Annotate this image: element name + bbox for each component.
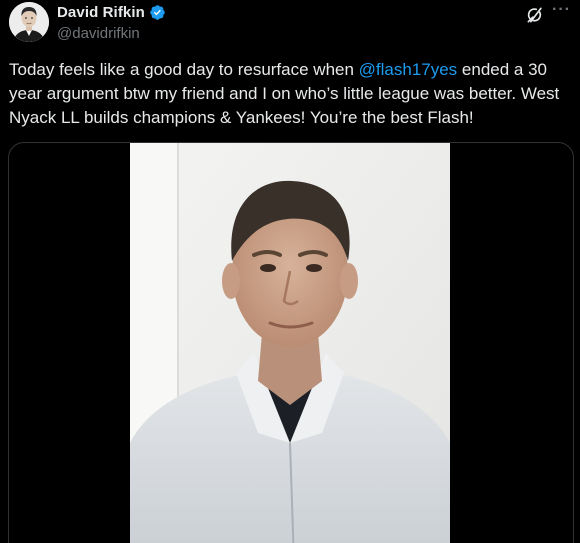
mention-link[interactable]: @flash17yes <box>359 60 458 79</box>
author-display-name[interactable]: David Rifkin <box>57 4 145 21</box>
profile-photo-icon <box>9 2 49 42</box>
more-options-icon[interactable]: ··· <box>552 2 574 23</box>
video-still-image <box>130 143 450 543</box>
author-handle[interactable]: @davidrifkin <box>57 25 140 42</box>
tweet-card[interactable]: David Rifkin @davidrifkin ··· Today feel… <box>0 0 580 543</box>
tweet-text-part: Today feels like a good day to resurface… <box>9 60 359 79</box>
video-player[interactable] <box>8 142 574 543</box>
video-thumbnail[interactable] <box>130 143 450 543</box>
tweet-text: Today feels like a good day to resurface… <box>9 58 574 130</box>
author-avatar[interactable] <box>9 2 49 42</box>
verified-badge-icon[interactable] <box>149 4 166 21</box>
grok-icon[interactable] <box>525 5 545 25</box>
